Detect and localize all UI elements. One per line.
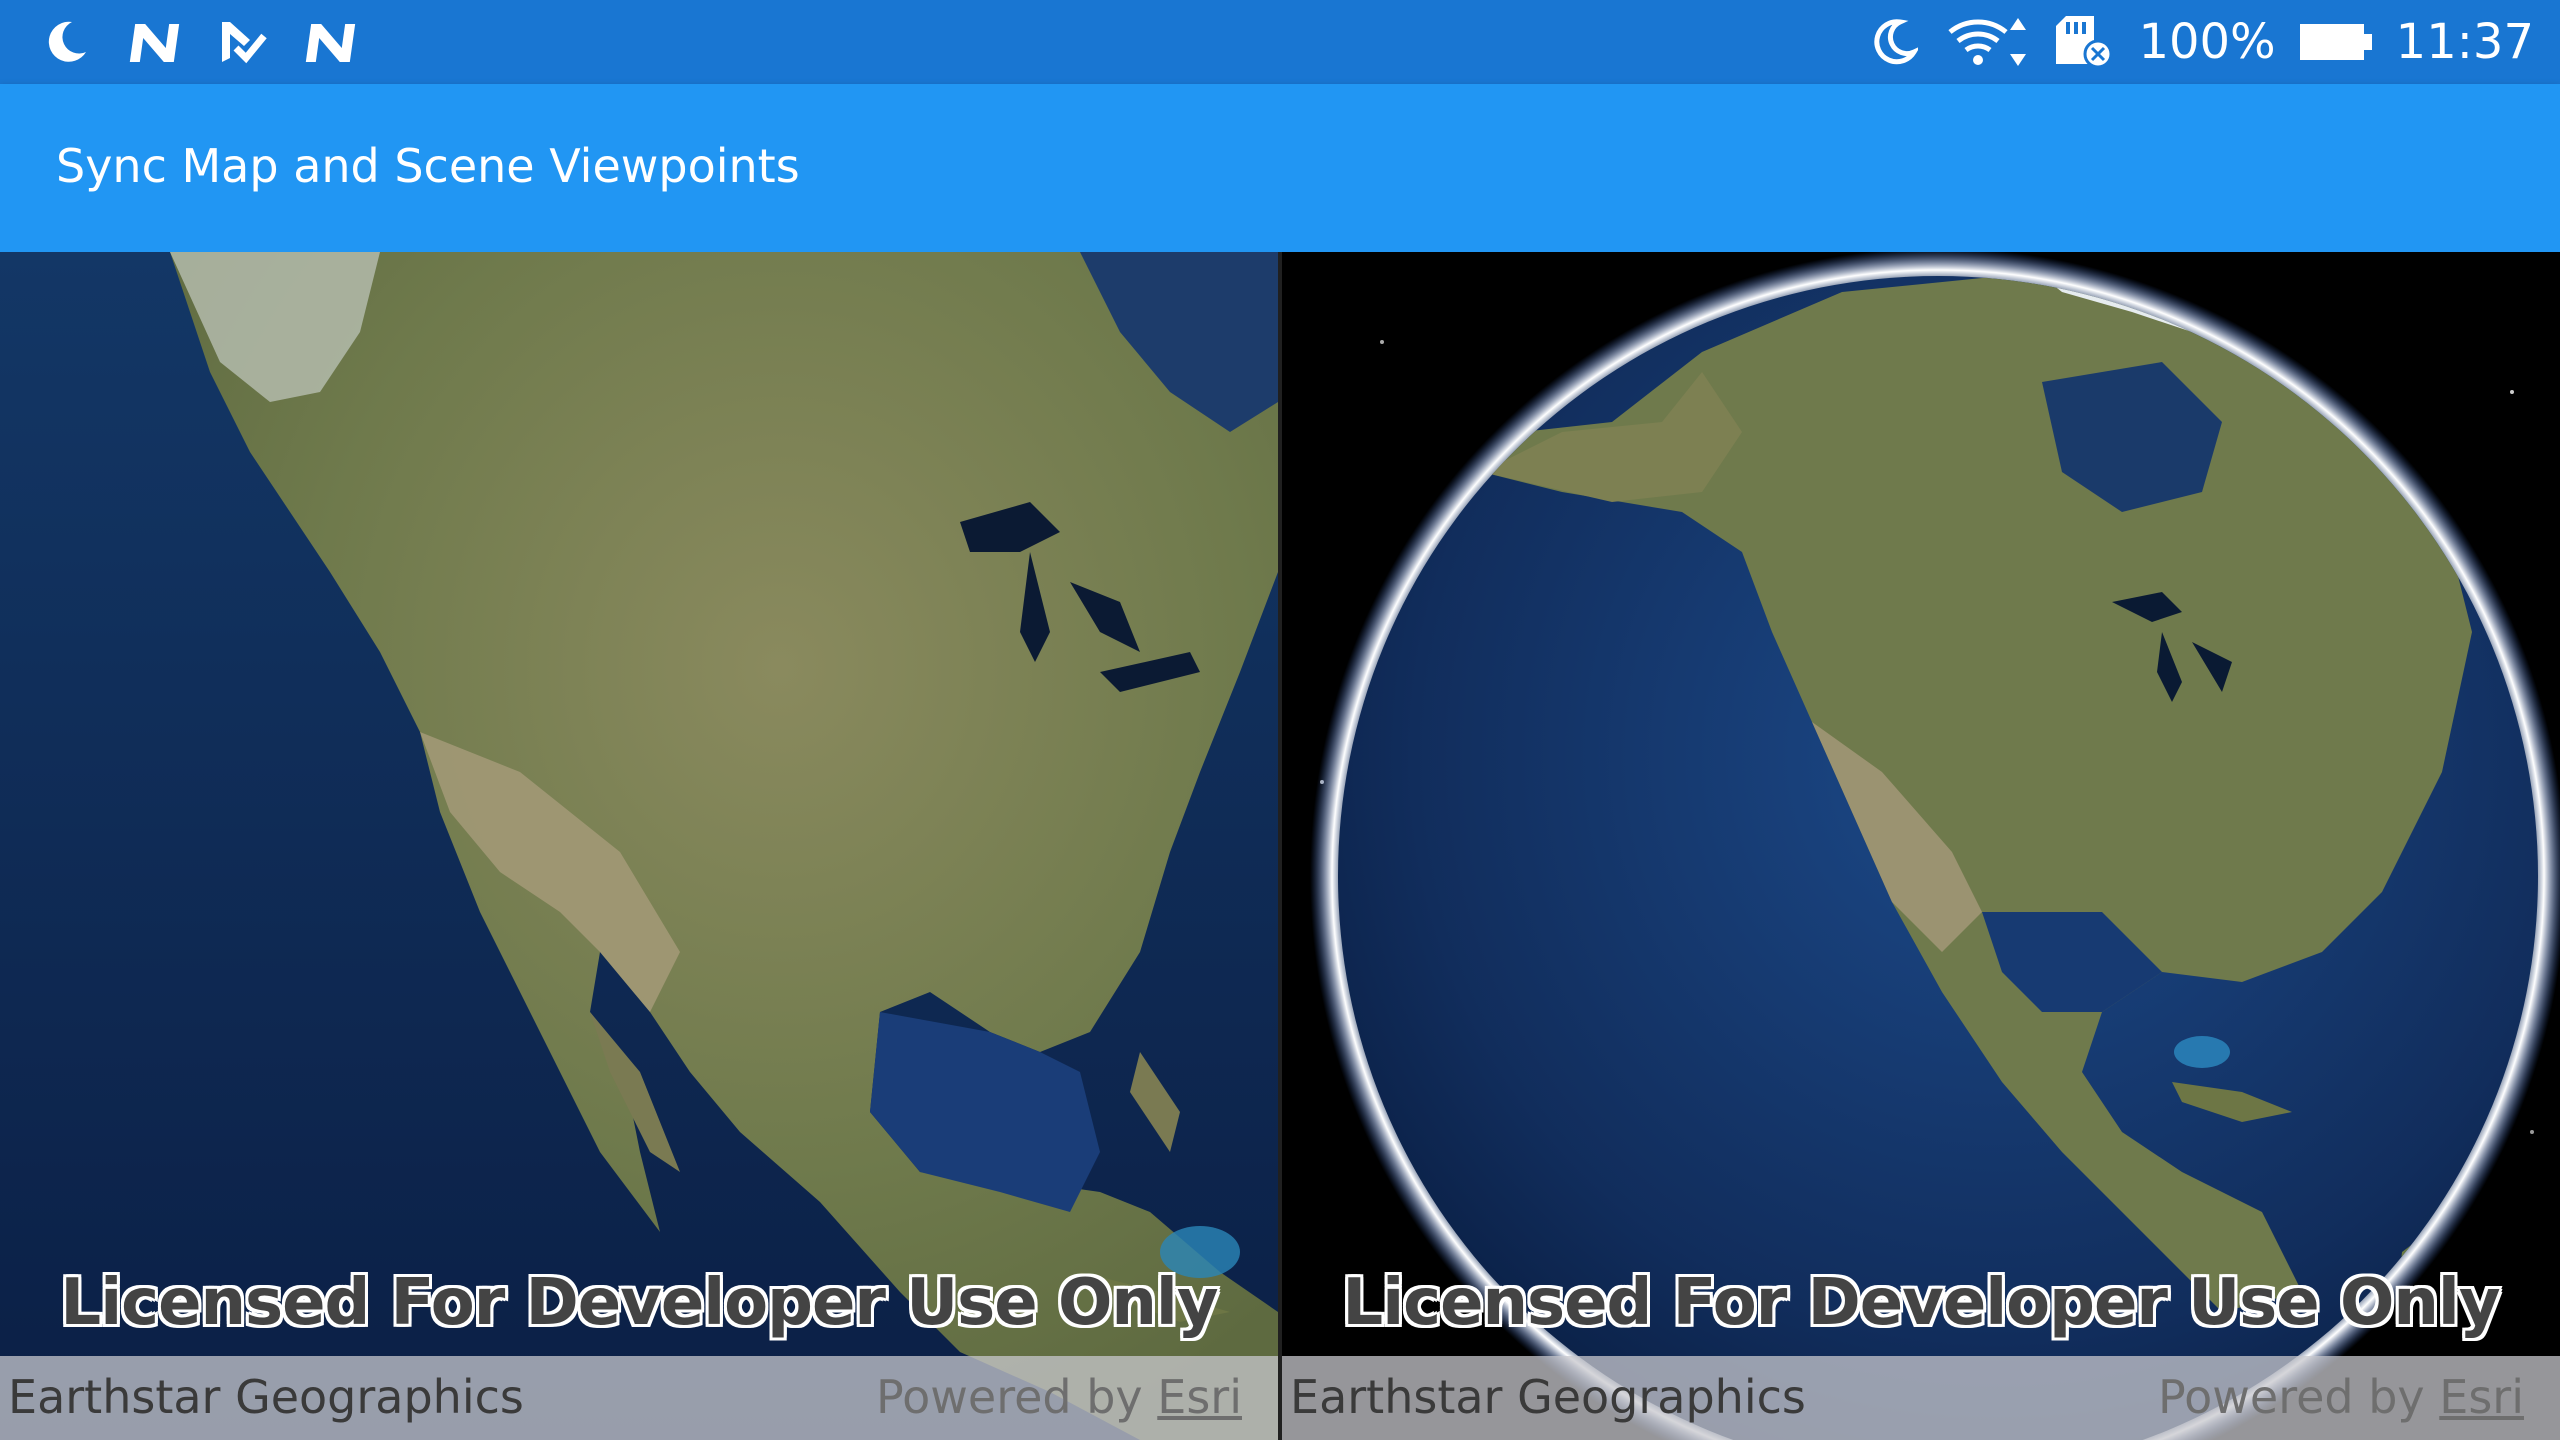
n-icon (126, 14, 182, 70)
esri-link[interactable]: Esri (1157, 1370, 1242, 1424)
powered-by: Powered by Esri (876, 1370, 1242, 1424)
globe-imagery[interactable] (1282, 252, 2560, 1440)
battery-icon (2299, 14, 2372, 70)
status-bar: 100% 11:37 (0, 0, 2560, 84)
attribution-source: Earthstar Geographics (1290, 1370, 1806, 1424)
notification-icons (38, 14, 358, 70)
attribution-bar[interactable]: Earthstar Geographics Powered by Esri (0, 1356, 1278, 1440)
system-status: 100% 11:37 (1866, 12, 2534, 72)
content-area: Licensed For Developer Use Only Earthsta… (0, 252, 2560, 1440)
map-imagery[interactable] (0, 252, 1278, 1440)
wifi-icon (1946, 14, 2030, 70)
n-icon (302, 14, 358, 70)
scene-view[interactable]: Licensed For Developer Use Only Earthsta… (1282, 252, 2560, 1440)
clock: 11:37 (2395, 14, 2534, 70)
moon-icon (1866, 14, 1922, 70)
esri-link[interactable]: Esri (2439, 1370, 2524, 1424)
attribution-bar[interactable]: Earthstar Geographics Powered by Esri (1282, 1356, 2560, 1440)
page-title: Sync Map and Scene Viewpoints (56, 139, 800, 193)
battery-percent: 100% (2138, 14, 2276, 70)
attribution-source: Earthstar Geographics (8, 1370, 524, 1424)
moon-icon (38, 14, 94, 70)
sd-card-icon (2054, 14, 2114, 70)
powered-by-text: Powered by (876, 1370, 1158, 1424)
license-watermark: Licensed For Developer Use Only (60, 1266, 1218, 1340)
powered-by-text: Powered by (2158, 1370, 2440, 1424)
map-view[interactable]: Licensed For Developer Use Only Earthsta… (0, 252, 1278, 1440)
checklist-icon (214, 14, 270, 70)
license-watermark: Licensed For Developer Use Only (1342, 1266, 2500, 1340)
app-bar: Sync Map and Scene Viewpoints (0, 84, 2560, 252)
powered-by: Powered by Esri (2158, 1370, 2524, 1424)
